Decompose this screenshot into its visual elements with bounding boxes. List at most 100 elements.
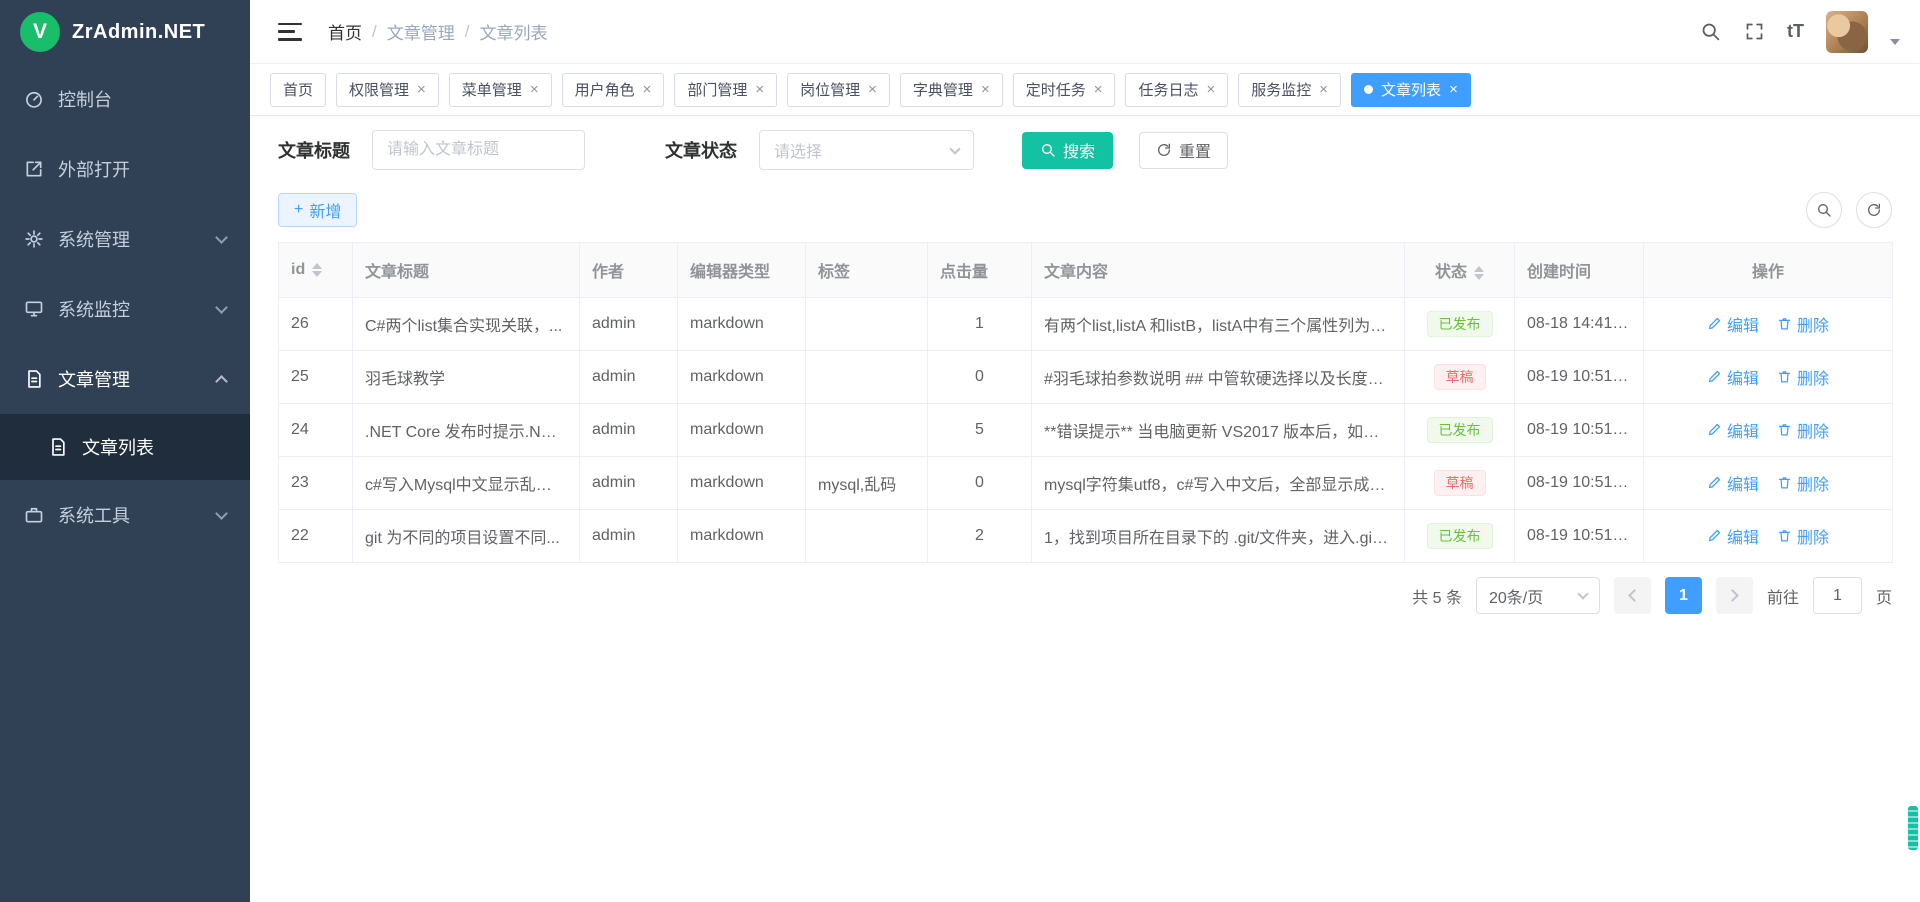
prev-page-button[interactable]	[1614, 577, 1651, 614]
cell-tags	[806, 351, 928, 404]
tab-user-role[interactable]: 用户角色 ×	[562, 73, 665, 107]
breadcrumb-article-mgmt[interactable]: 文章管理	[387, 19, 455, 44]
tab-dict-mgmt[interactable]: 字典管理 ×	[900, 73, 1003, 107]
cell-title: c#写入Mysql中文显示乱码 ...	[353, 457, 580, 510]
chevron-up-icon	[215, 375, 228, 388]
tab-post-mgmt[interactable]: 岗位管理 ×	[787, 73, 890, 107]
delete-button[interactable]: 删除	[1777, 524, 1829, 548]
tab-permission-mgmt[interactable]: 权限管理 ×	[336, 73, 439, 107]
cell-status: 已发布	[1405, 404, 1515, 457]
status-badge: 已发布	[1427, 417, 1493, 444]
edit-button[interactable]: 编辑	[1707, 312, 1759, 336]
edit-icon	[1707, 528, 1722, 543]
active-dot-icon	[1364, 85, 1373, 94]
chevron-down-icon[interactable]	[1890, 39, 1900, 45]
table-toolbar: + 新增	[278, 192, 1892, 228]
sort-icon[interactable]	[1474, 266, 1484, 280]
tab-dept-mgmt[interactable]: 部门管理 ×	[674, 73, 777, 107]
chevron-right-icon	[1726, 589, 1739, 602]
scrollbar-thumb[interactable]	[1908, 806, 1918, 850]
article-status-label: 文章状态	[665, 137, 737, 163]
col-status[interactable]: 状态	[1405, 243, 1515, 298]
tab-article-list[interactable]: 文章列表 ×	[1351, 73, 1471, 107]
fullscreen-icon[interactable]	[1743, 21, 1765, 43]
breadcrumb-home[interactable]: 首页	[328, 19, 362, 44]
sort-icon[interactable]	[312, 263, 322, 277]
edit-icon	[1707, 369, 1722, 384]
search-button[interactable]: 搜索	[1022, 132, 1113, 169]
page-number-1[interactable]: 1	[1665, 577, 1702, 614]
close-icon[interactable]: ×	[868, 82, 877, 97]
close-icon[interactable]: ×	[1449, 82, 1458, 97]
page-size-select[interactable]: 20条/页	[1476, 577, 1600, 614]
filter-form: 文章标题 文章状态 请选择 搜索 重置	[278, 130, 1892, 170]
chevron-down-icon	[215, 301, 228, 314]
sidebar-item-system-tools[interactable]: 系统工具	[0, 480, 250, 550]
cell-author: admin	[580, 404, 678, 457]
col-title: 文章标题	[353, 243, 580, 298]
edit-button[interactable]: 编辑	[1707, 418, 1759, 442]
sidebar-item-dashboard[interactable]: 控制台	[0, 64, 250, 134]
sidebar-item-system-monitor[interactable]: 系统监控	[0, 274, 250, 344]
close-icon[interactable]: ×	[530, 82, 539, 97]
delete-button[interactable]: 删除	[1777, 471, 1829, 495]
toggle-search-button[interactable]	[1806, 192, 1842, 228]
article-status-select[interactable]: 请选择	[759, 130, 974, 170]
table-row: 23 c#写入Mysql中文显示乱码 ... admin markdown my…	[279, 457, 1893, 510]
next-page-button[interactable]	[1716, 577, 1753, 614]
cell-author: admin	[580, 457, 678, 510]
delete-button[interactable]: 删除	[1777, 365, 1829, 389]
main-area: 首页 / 文章管理 / 文章列表 tT 首页 权限管理 ×	[250, 0, 1920, 902]
sidebar-item-system-mgmt[interactable]: 系统管理	[0, 204, 250, 274]
close-icon[interactable]: ×	[417, 82, 426, 97]
edit-button[interactable]: 编辑	[1707, 365, 1759, 389]
article-title-input[interactable]	[372, 130, 585, 170]
status-badge: 已发布	[1427, 311, 1493, 338]
cell-clicks: 1	[928, 298, 1032, 351]
reset-button[interactable]: 重置	[1139, 132, 1228, 169]
delete-button[interactable]: 删除	[1777, 418, 1829, 442]
cell-editor: markdown	[678, 457, 806, 510]
toolbox-icon	[24, 505, 44, 525]
breadcrumb: 首页 / 文章管理 / 文章列表	[328, 19, 547, 44]
tab-menu-mgmt[interactable]: 菜单管理 ×	[449, 73, 552, 107]
breadcrumb-article-list: 文章列表	[479, 19, 547, 44]
close-icon[interactable]: ×	[981, 82, 990, 97]
col-editor-type: 编辑器类型	[678, 243, 806, 298]
sidebar-item-article-list[interactable]: 文章列表	[0, 414, 250, 480]
breadcrumb-separator: /	[372, 22, 377, 42]
close-icon[interactable]: ×	[755, 82, 764, 97]
close-icon[interactable]: ×	[1094, 82, 1103, 97]
close-icon[interactable]: ×	[643, 82, 652, 97]
edit-button[interactable]: 编辑	[1707, 471, 1759, 495]
edit-button[interactable]: 编辑	[1707, 524, 1759, 548]
goto-page-input[interactable]	[1813, 577, 1862, 614]
status-badge: 草稿	[1434, 364, 1486, 391]
add-button[interactable]: + 新增	[278, 193, 357, 227]
search-icon[interactable]	[1699, 21, 1721, 43]
edit-icon	[1707, 316, 1722, 331]
cell-status: 已发布	[1405, 510, 1515, 563]
cell-editor: markdown	[678, 510, 806, 563]
cell-clicks: 2	[928, 510, 1032, 563]
chevron-down-icon	[215, 507, 228, 520]
tab-cron-task[interactable]: 定时任务 ×	[1013, 73, 1116, 107]
cell-author: admin	[580, 510, 678, 563]
sidebar-item-external-open[interactable]: 外部打开	[0, 134, 250, 204]
refresh-button[interactable]	[1856, 192, 1892, 228]
tab-home[interactable]: 首页	[270, 73, 326, 107]
tab-service-monitor[interactable]: 服务监控 ×	[1238, 73, 1341, 107]
app-logo[interactable]: V ZrAdmin.NET	[0, 0, 250, 64]
font-size-icon[interactable]: tT	[1787, 21, 1804, 42]
col-id[interactable]: id	[279, 243, 353, 298]
tab-task-log[interactable]: 任务日志 ×	[1125, 73, 1228, 107]
sidebar-item-article-mgmt[interactable]: 文章管理	[0, 344, 250, 414]
cell-id: 24	[279, 404, 353, 457]
avatar[interactable]	[1826, 11, 1868, 53]
close-icon[interactable]: ×	[1207, 82, 1216, 97]
close-icon[interactable]: ×	[1319, 82, 1328, 97]
cell-editor: markdown	[678, 298, 806, 351]
sidebar-toggle-icon[interactable]	[278, 23, 302, 41]
cell-tags	[806, 404, 928, 457]
delete-button[interactable]: 删除	[1777, 312, 1829, 336]
